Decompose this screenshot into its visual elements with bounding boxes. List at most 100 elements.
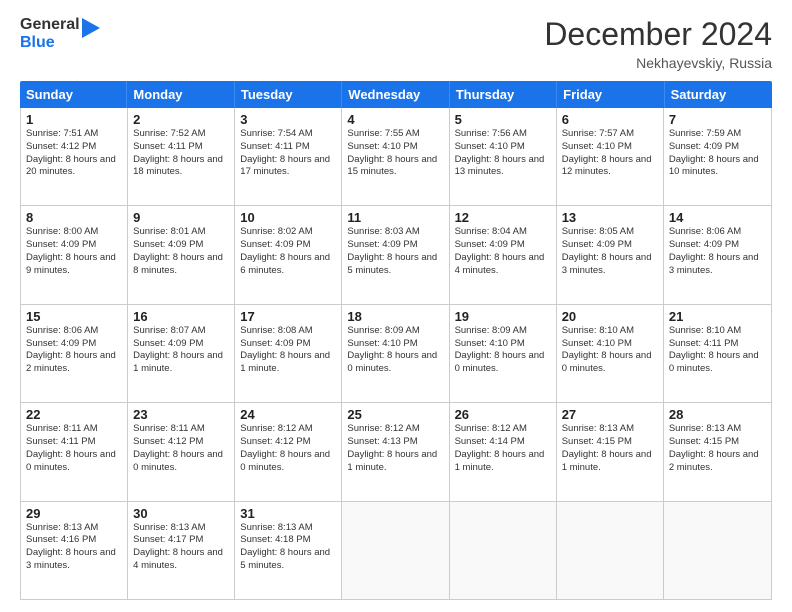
sunrise-text: Sunrise: 8:13 AM xyxy=(133,522,229,535)
subtitle: Nekhayevskiy, Russia xyxy=(544,55,772,71)
calendar-row-5: 29Sunrise: 8:13 AMSunset: 4:16 PMDayligh… xyxy=(21,502,771,599)
sunset-text: Sunset: 4:11 PM xyxy=(669,338,766,351)
sunrise-text: Sunrise: 8:11 AM xyxy=(133,423,229,436)
sunrise-text: Sunrise: 8:07 AM xyxy=(133,325,229,338)
day-number: 26 xyxy=(455,407,551,422)
daylight-text: Daylight: 8 hours and 13 minutes. xyxy=(455,154,551,180)
sunset-text: Sunset: 4:15 PM xyxy=(562,436,658,449)
day-number: 12 xyxy=(455,210,551,225)
sunset-text: Sunset: 4:09 PM xyxy=(562,239,658,252)
sunrise-text: Sunrise: 8:01 AM xyxy=(133,226,229,239)
calendar-row-1: 1Sunrise: 7:51 AMSunset: 4:12 PMDaylight… xyxy=(21,108,771,206)
sunset-text: Sunset: 4:15 PM xyxy=(669,436,766,449)
day-number: 13 xyxy=(562,210,658,225)
header-cell-monday: Monday xyxy=(127,81,234,108)
day-cell-14: 14Sunrise: 8:06 AMSunset: 4:09 PMDayligh… xyxy=(664,206,771,303)
sunrise-text: Sunrise: 8:11 AM xyxy=(26,423,122,436)
sunset-text: Sunset: 4:09 PM xyxy=(133,239,229,252)
sunrise-text: Sunrise: 7:55 AM xyxy=(347,128,443,141)
empty-cell xyxy=(450,502,557,599)
sunset-text: Sunset: 4:13 PM xyxy=(347,436,443,449)
sunset-text: Sunset: 4:09 PM xyxy=(240,338,336,351)
day-number: 15 xyxy=(26,309,122,324)
sunrise-text: Sunrise: 8:12 AM xyxy=(347,423,443,436)
sunrise-text: Sunrise: 8:00 AM xyxy=(26,226,122,239)
day-number: 7 xyxy=(669,112,766,127)
header-cell-saturday: Saturday xyxy=(665,81,772,108)
day-cell-8: 8Sunrise: 8:00 AMSunset: 4:09 PMDaylight… xyxy=(21,206,128,303)
sunset-text: Sunset: 4:09 PM xyxy=(26,338,122,351)
empty-cell xyxy=(557,502,664,599)
day-number: 28 xyxy=(669,407,766,422)
sunset-text: Sunset: 4:10 PM xyxy=(455,338,551,351)
day-number: 17 xyxy=(240,309,336,324)
day-number: 3 xyxy=(240,112,336,127)
sunrise-text: Sunrise: 7:56 AM xyxy=(455,128,551,141)
sunrise-text: Sunrise: 8:06 AM xyxy=(26,325,122,338)
daylight-text: Daylight: 8 hours and 2 minutes. xyxy=(26,350,122,376)
calendar-row-4: 22Sunrise: 8:11 AMSunset: 4:11 PMDayligh… xyxy=(21,403,771,501)
header: General Blue December 2024 Nekhayevskiy,… xyxy=(20,16,772,71)
day-number: 25 xyxy=(347,407,443,422)
header-cell-sunday: Sunday xyxy=(20,81,127,108)
daylight-text: Daylight: 8 hours and 5 minutes. xyxy=(347,252,443,278)
sunset-text: Sunset: 4:09 PM xyxy=(240,239,336,252)
day-cell-19: 19Sunrise: 8:09 AMSunset: 4:10 PMDayligh… xyxy=(450,305,557,402)
sunset-text: Sunset: 4:09 PM xyxy=(669,239,766,252)
day-number: 9 xyxy=(133,210,229,225)
sunrise-text: Sunrise: 8:12 AM xyxy=(240,423,336,436)
sunset-text: Sunset: 4:16 PM xyxy=(26,534,122,547)
daylight-text: Daylight: 8 hours and 0 minutes. xyxy=(26,449,122,475)
daylight-text: Daylight: 8 hours and 20 minutes. xyxy=(26,154,122,180)
month-title: December 2024 xyxy=(544,16,772,53)
sunset-text: Sunset: 4:12 PM xyxy=(240,436,336,449)
sunset-text: Sunset: 4:17 PM xyxy=(133,534,229,547)
day-cell-28: 28Sunrise: 8:13 AMSunset: 4:15 PMDayligh… xyxy=(664,403,771,500)
daylight-text: Daylight: 8 hours and 1 minute. xyxy=(347,449,443,475)
day-cell-10: 10Sunrise: 8:02 AMSunset: 4:09 PMDayligh… xyxy=(235,206,342,303)
sunrise-text: Sunrise: 8:09 AM xyxy=(347,325,443,338)
header-cell-wednesday: Wednesday xyxy=(342,81,449,108)
day-cell-6: 6Sunrise: 7:57 AMSunset: 4:10 PMDaylight… xyxy=(557,108,664,205)
day-number: 27 xyxy=(562,407,658,422)
day-cell-16: 16Sunrise: 8:07 AMSunset: 4:09 PMDayligh… xyxy=(128,305,235,402)
header-cell-tuesday: Tuesday xyxy=(235,81,342,108)
daylight-text: Daylight: 8 hours and 0 minutes. xyxy=(133,449,229,475)
day-cell-31: 31Sunrise: 8:13 AMSunset: 4:18 PMDayligh… xyxy=(235,502,342,599)
sunset-text: Sunset: 4:11 PM xyxy=(133,141,229,154)
sunrise-text: Sunrise: 8:13 AM xyxy=(26,522,122,535)
day-number: 10 xyxy=(240,210,336,225)
sunset-text: Sunset: 4:14 PM xyxy=(455,436,551,449)
day-cell-3: 3Sunrise: 7:54 AMSunset: 4:11 PMDaylight… xyxy=(235,108,342,205)
day-number: 11 xyxy=(347,210,443,225)
sunset-text: Sunset: 4:09 PM xyxy=(26,239,122,252)
day-cell-5: 5Sunrise: 7:56 AMSunset: 4:10 PMDaylight… xyxy=(450,108,557,205)
sunrise-text: Sunrise: 7:54 AM xyxy=(240,128,336,141)
day-number: 6 xyxy=(562,112,658,127)
sunset-text: Sunset: 4:11 PM xyxy=(240,141,336,154)
day-cell-2: 2Sunrise: 7:52 AMSunset: 4:11 PMDaylight… xyxy=(128,108,235,205)
sunset-text: Sunset: 4:10 PM xyxy=(562,338,658,351)
day-cell-26: 26Sunrise: 8:12 AMSunset: 4:14 PMDayligh… xyxy=(450,403,557,500)
day-cell-1: 1Sunrise: 7:51 AMSunset: 4:12 PMDaylight… xyxy=(21,108,128,205)
daylight-text: Daylight: 8 hours and 4 minutes. xyxy=(133,547,229,573)
sunrise-text: Sunrise: 8:13 AM xyxy=(669,423,766,436)
daylight-text: Daylight: 8 hours and 3 minutes. xyxy=(26,547,122,573)
sunrise-text: Sunrise: 8:10 AM xyxy=(562,325,658,338)
sunrise-text: Sunrise: 8:02 AM xyxy=(240,226,336,239)
sunset-text: Sunset: 4:09 PM xyxy=(669,141,766,154)
daylight-text: Daylight: 8 hours and 15 minutes. xyxy=(347,154,443,180)
logo: General Blue xyxy=(20,16,100,53)
calendar-header-row: SundayMondayTuesdayWednesdayThursdayFrid… xyxy=(20,81,772,108)
day-number: 18 xyxy=(347,309,443,324)
logo-text: General Blue xyxy=(20,16,80,53)
daylight-text: Daylight: 8 hours and 0 minutes. xyxy=(562,350,658,376)
sunrise-text: Sunrise: 8:03 AM xyxy=(347,226,443,239)
day-number: 1 xyxy=(26,112,122,127)
day-cell-23: 23Sunrise: 8:11 AMSunset: 4:12 PMDayligh… xyxy=(128,403,235,500)
daylight-text: Daylight: 8 hours and 9 minutes. xyxy=(26,252,122,278)
day-cell-12: 12Sunrise: 8:04 AMSunset: 4:09 PMDayligh… xyxy=(450,206,557,303)
day-cell-30: 30Sunrise: 8:13 AMSunset: 4:17 PMDayligh… xyxy=(128,502,235,599)
day-number: 29 xyxy=(26,506,122,521)
day-number: 21 xyxy=(669,309,766,324)
